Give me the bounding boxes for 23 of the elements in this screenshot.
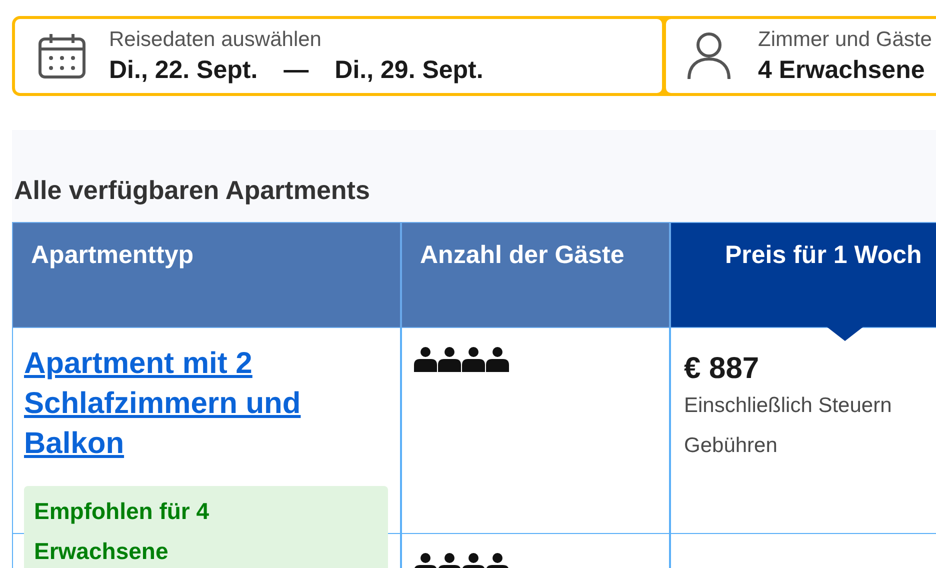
person-icon	[686, 31, 732, 81]
section-title: Alle verfügbaren Apartments	[14, 175, 370, 206]
end-date: Di., 29. Sept.	[334, 56, 484, 84]
person-icon	[414, 346, 437, 372]
column-header[interactable]: Anzahl der Gäste	[401, 222, 670, 328]
start-date: Di., 22. Sept.	[109, 56, 258, 84]
guests-label: Zimmer und Gäste	[758, 28, 932, 52]
column-header[interactable]: Apartmenttyp	[12, 222, 401, 328]
price-note: Einschließlich Steuern	[684, 393, 892, 419]
person-icon	[438, 346, 461, 372]
date-picker[interactable]: Reisedaten auswählen Di., 22. Sept. — Di., 29. Sept.	[15, 19, 662, 93]
selection-pointer	[827, 327, 863, 341]
date-separator: —	[284, 56, 309, 84]
price: € 887	[684, 352, 760, 386]
person-icon	[486, 346, 509, 372]
guests-value: 4 Erwachsene	[758, 56, 926, 84]
price-note: Gebühren	[684, 433, 778, 459]
dates-label: Reisedaten auswählen	[109, 28, 322, 52]
person-icon	[462, 346, 485, 372]
apartment-link[interactable]: Apartment mit 2 Schlafzimmern und Balkon	[24, 344, 388, 464]
guest-picker[interactable]: Zimmer und Gäste 4 Erwachsene	[666, 19, 936, 93]
calendar-icon	[37, 32, 87, 80]
recommendation-badge: Empfohlen für 4 Erwachsene	[24, 486, 388, 568]
